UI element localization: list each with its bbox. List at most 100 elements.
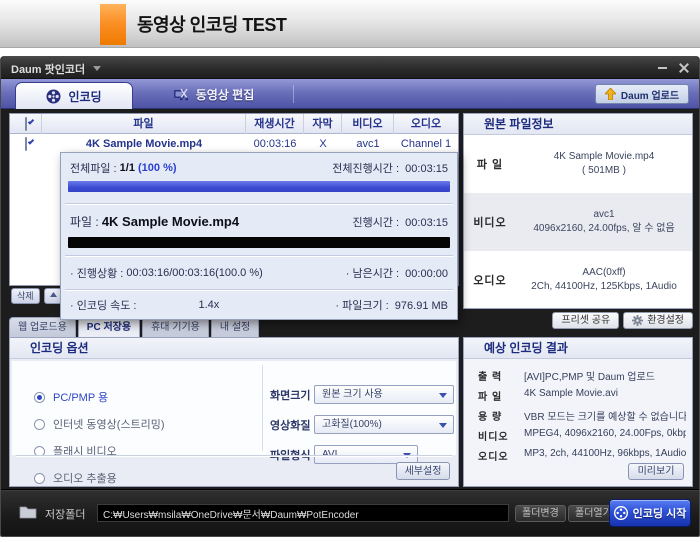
chevron-down-icon[interactable] (93, 66, 101, 71)
column-duration[interactable]: 재생시간 (246, 114, 304, 134)
options-divider (262, 365, 263, 451)
upload-arrow-icon (605, 88, 616, 100)
preset-tab-web-upload[interactable]: 웹 업로드용 (9, 317, 76, 339)
source-video-label: 비디오 (464, 193, 516, 251)
tab-video-edit-label: 동영상 편집 (196, 86, 255, 103)
column-video[interactable]: 비디오 (342, 114, 394, 134)
row-checkbox[interactable] (25, 137, 27, 151)
dialog-separator (65, 289, 453, 290)
tab-encoding-label: 인코딩 (68, 88, 101, 105)
preset-share-button[interactable]: 프리셋 공유 (552, 312, 619, 329)
page-title: 동영상 인코딩 TEST (137, 11, 286, 37)
result-output-row: 출 력 [AVI]PC,PMP 및 Daum 업로드 (478, 368, 686, 383)
preset-share-label: 프리셋 공유 (561, 313, 610, 329)
result-size-label: 용 량 (478, 408, 524, 423)
cell-subtitle: X (304, 134, 342, 154)
source-file-size: ( 501MB ) (582, 164, 626, 178)
bottom-bar: 저장폴더 폴더변경 폴더열기 인코딩 시작 (1, 489, 699, 536)
settings-label: 환경설정 (647, 313, 684, 329)
preset-tab-pc-save[interactable]: PC 저장용 (78, 317, 140, 339)
screen-size-row: 화면크기 원본 크기 사용 (270, 385, 454, 404)
folder-icon (19, 505, 37, 519)
settings-button[interactable]: 환경설정 (623, 312, 693, 329)
screen-size-select[interactable]: 원본 크기 사용 (314, 385, 454, 404)
table-row[interactable]: 4K Sample Movie.mp4 00:03:16 X avc1 Chan… (10, 134, 458, 154)
status-label: · 진행상황 : (70, 265, 123, 281)
radio-audio-extract[interactable]: 오디오 추출용 (34, 470, 117, 486)
cell-audio-channel: Channel 1 (394, 134, 458, 154)
status-value: 00:03:16/00:03:16(100.0 %) (126, 267, 262, 279)
speed-row: · 인코딩 속도 : 1.4x · 파일크기 : 976.91 MB (70, 297, 448, 313)
start-encoding-label: 인코딩 시작 (633, 505, 687, 521)
options-footer-divider (16, 455, 452, 456)
scissors-edit-icon (173, 87, 189, 101)
cell-video-codec: avc1 (342, 134, 394, 154)
tab-encoding[interactable]: 인코딩 (15, 82, 133, 109)
radio-flash-label: 플래시 비디오 (53, 443, 117, 459)
preview-button[interactable]: 미리보기 (628, 463, 684, 480)
daum-upload-button[interactable]: Daum 업로드 (595, 84, 689, 104)
remaining-value: 00:00:00 (405, 268, 448, 280)
start-encoding-button[interactable]: 인코딩 시작 (609, 499, 691, 527)
quality-row: 영상화질 고화질(100%) (270, 415, 454, 434)
preset-tab-mobile-device[interactable]: 휴대 기기용 (142, 317, 209, 339)
source-audio-detail: 2Ch, 44100Hz, 125Kbps, 1Audio (531, 280, 677, 294)
total-percent: (100 %) (138, 162, 177, 174)
radio-icon (34, 419, 45, 430)
result-audio-row: 오디오 MP3, 2ch, 44100Hz, 96kbps, 1Audio (478, 448, 686, 463)
radio-streaming-label: 인터넷 동영상(스트리밍) (53, 416, 165, 432)
radio-pc-pmp[interactable]: PC/PMP 용 (34, 389, 108, 405)
total-progress-bar (68, 181, 450, 192)
expected-result-panel: 예상 인코딩 결과 출 력 [AVI]PC,PMP 및 Daum 업로드 파 일… (463, 337, 693, 487)
status-row: · 진행상황 : 00:03:16/00:03:16(100.0 %) · 남은… (70, 265, 448, 281)
save-folder-label: 저장폴더 (45, 506, 85, 522)
result-size-row: 용 량 VBR 모드는 크기를 예상할 수 없습니다. (478, 408, 686, 423)
radio-internet-streaming[interactable]: 인터넷 동영상(스트리밍) (34, 416, 165, 432)
column-audio[interactable]: 오디오 (394, 114, 458, 134)
column-subtitle[interactable]: 자막 (304, 114, 342, 134)
page-banner: 동영상 인코딩 TEST (0, 0, 700, 48)
delete-file-button[interactable]: 삭제 (11, 288, 40, 304)
result-file-label: 파 일 (478, 388, 524, 403)
film-reel-icon (614, 506, 628, 520)
close-icon[interactable] (678, 62, 689, 73)
source-file-label: 파 일 (464, 135, 516, 193)
screen-size-label: 화면크기 (270, 387, 314, 403)
preset-tabbar: 웹 업로드용 PC 저장용 휴대 기기용 내 설정 (9, 317, 259, 339)
file-list-header: 파일 재생시간 자막 비디오 오디오 (10, 114, 458, 134)
total-time-label: 전체진행시간 : (332, 163, 399, 175)
encoding-options-body: PC/PMP 용 인터넷 동영상(스트리밍) 플래시 비디오 오디오 추출용 화… (12, 361, 456, 455)
check-icon (28, 138, 34, 144)
cell-file-name: 4K Sample Movie.mp4 (42, 134, 246, 154)
result-audio-value: MP3, 2ch, 44100Hz, 96kbps, 1Audio (524, 448, 686, 463)
save-folder-path-input[interactable] (97, 504, 509, 522)
window-title: Daum 팟인코더 (11, 61, 85, 77)
tab-video-edit[interactable]: 동영상 편집 (141, 79, 286, 109)
change-folder-button[interactable]: 폴더변경 (515, 505, 566, 522)
film-reel-icon (46, 89, 61, 104)
encoding-options-panel: 인코딩 옵션 PC/PMP 용 인터넷 동영상(스트리밍) 플래시 비디오 (9, 337, 459, 487)
file-progress-bar (68, 237, 450, 248)
dialog-separator (65, 255, 453, 256)
window-titlebar: Daum 팟인코더 (1, 57, 699, 79)
file-name: 4K Sample Movie.mp4 (102, 214, 239, 229)
result-audio-label: 오디오 (478, 448, 524, 463)
filesize-label: · 파일크기 : (335, 300, 388, 312)
radio-audio-label: 오디오 추출용 (53, 470, 117, 486)
quality-value: 고화질(100%) (322, 419, 382, 430)
cell-duration: 00:03:16 (246, 134, 304, 154)
dialog-separator (65, 203, 453, 204)
main-tabstrip: 인코딩 동영상 편집 Daum 업로드 (1, 79, 699, 109)
source-info-title: 원본 파일정보 (464, 114, 692, 135)
file-progress-row: 파일 : 4K Sample Movie.mp4 진행시간 : 00:03:15 (70, 213, 448, 230)
move-up-button[interactable] (44, 288, 62, 304)
preset-tab-my-settings[interactable]: 내 설정 (211, 317, 259, 339)
select-all-checkbox[interactable] (25, 117, 27, 131)
radio-flash-video[interactable]: 플래시 비디오 (34, 443, 117, 459)
minimize-icon[interactable] (658, 67, 667, 69)
source-audio-codec: AAC(0xff) (582, 266, 625, 280)
detail-settings-button[interactable]: 세부설정 (396, 462, 450, 480)
radio-icon (34, 392, 45, 403)
column-file[interactable]: 파일 (42, 114, 246, 134)
quality-select[interactable]: 고화질(100%) (314, 415, 454, 434)
